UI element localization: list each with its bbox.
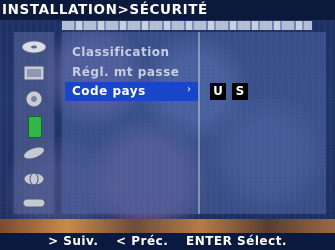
- globe-icon[interactable]: [18, 170, 50, 188]
- menu-item-label: Régl. mt passe: [72, 65, 180, 79]
- menu-item-label: Classification: [72, 45, 170, 59]
- hint-next: > Suiv.: [48, 234, 99, 248]
- country-code-letter-2[interactable]: S: [232, 83, 248, 100]
- menu-divider: [198, 32, 200, 214]
- decorative-strip: [62, 21, 312, 30]
- disc-icon[interactable]: [18, 38, 50, 56]
- remote-icon[interactable]: [18, 194, 50, 212]
- settings-menu: Classification Régl. mt passe Code pays …: [62, 32, 326, 214]
- footer-hints: > Suiv. < Préc. ENTER Sélect.: [0, 233, 335, 250]
- menu-item-password[interactable]: Régl. mt passe: [72, 65, 179, 79]
- chevron-right-icon: ›: [187, 84, 191, 95]
- hint-enter: ENTER Sélect.: [186, 234, 287, 248]
- osd-screen: INSTALLATION>SÉCURITÉ Classification Rég…: [0, 0, 335, 250]
- category-icon-column: [14, 32, 54, 214]
- country-code-letter-1[interactable]: U: [210, 83, 226, 100]
- title-bar: INSTALLATION>SÉCURITÉ: [0, 0, 335, 20]
- speaker-icon[interactable]: [18, 90, 50, 108]
- page-title: INSTALLATION>SÉCURITÉ: [2, 2, 208, 18]
- lock-icon[interactable]: [28, 116, 42, 138]
- menu-item-label: Code pays: [72, 84, 146, 98]
- satellite-icon[interactable]: [18, 144, 50, 162]
- hint-prev: < Préc.: [116, 234, 169, 248]
- menu-item-classification[interactable]: Classification: [72, 45, 170, 59]
- background-video-strip: [0, 219, 335, 233]
- menu-item-country-code[interactable]: Code pays ›: [65, 82, 198, 101]
- screen-icon[interactable]: [18, 64, 50, 82]
